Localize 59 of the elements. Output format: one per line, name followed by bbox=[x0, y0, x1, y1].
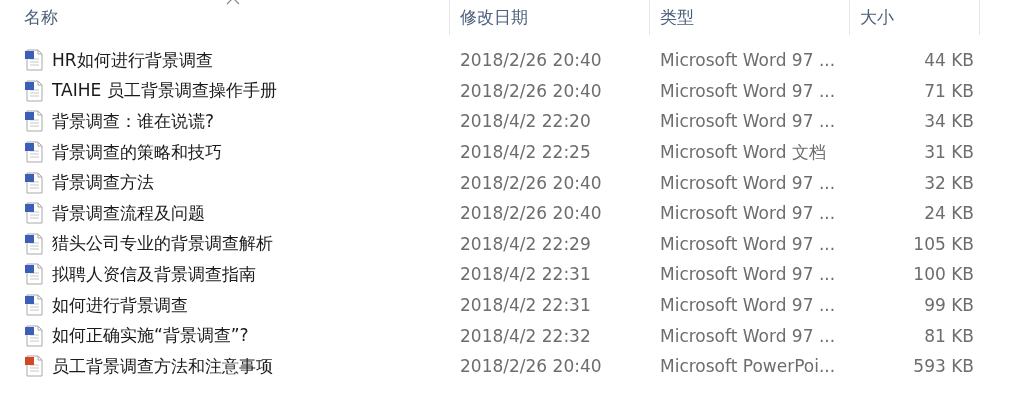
file-name[interactable]: HR如何进行背景调查 bbox=[52, 48, 213, 72]
file-name[interactable]: 背景调查的策略和技巧 bbox=[52, 140, 222, 164]
modified-date: 2018/2/26 20:40 bbox=[459, 80, 603, 101]
file-type: Microsoft Word 97 ... bbox=[659, 80, 837, 101]
document-icon bbox=[24, 232, 44, 255]
file-name[interactable]: 背景调查：谁在说谎? bbox=[52, 110, 215, 133]
document-icon bbox=[24, 324, 44, 347]
modified-date: 2018/2/26 20:40 bbox=[459, 356, 603, 377]
file-size: 32 KB bbox=[923, 172, 975, 193]
file-size: 31 KB bbox=[923, 142, 975, 163]
document-icon bbox=[24, 355, 44, 378]
file-name[interactable]: 猎头公司专业的背景调查解析 bbox=[52, 232, 273, 256]
document-icon bbox=[24, 171, 44, 194]
document-icon bbox=[24, 141, 44, 164]
file-type: Microsoft Word 97 ... bbox=[659, 50, 837, 71]
file-name[interactable]: 如何正确实施“背景调查”? bbox=[52, 324, 249, 348]
file-name[interactable]: 背景调查流程及问题 bbox=[52, 201, 205, 225]
modified-date: 2018/4/2 22:29 bbox=[459, 233, 592, 254]
file-type: Microsoft Word 97 ... bbox=[659, 295, 837, 316]
file-name[interactable]: 如何进行背景调查 bbox=[52, 293, 188, 317]
document-icon bbox=[24, 79, 44, 102]
file-name[interactable]: 背景调查方法 bbox=[52, 171, 154, 195]
modified-date: 2018/2/26 20:40 bbox=[459, 172, 603, 193]
file-size: 105 KB bbox=[912, 233, 975, 254]
file-size: 24 KB bbox=[923, 203, 975, 224]
modified-date: 2018/4/2 22:25 bbox=[459, 142, 592, 163]
file-type: Microsoft Word 97 ... bbox=[659, 264, 837, 285]
file-name[interactable]: 员工背景调查方法和注意事项 bbox=[52, 354, 273, 378]
document-icon bbox=[24, 202, 44, 225]
modified-date: 2018/4/2 22:20 bbox=[459, 111, 592, 132]
document-icon bbox=[24, 294, 44, 317]
file-size: 71 KB bbox=[923, 80, 975, 101]
file-size: 44 KB bbox=[923, 50, 975, 71]
file-name[interactable]: 拟聘人资信及背景调查指南 bbox=[52, 262, 256, 286]
column-header[interactable]: 名称 bbox=[0, 0, 450, 35]
document-icon bbox=[24, 263, 44, 286]
file-size: 81 KB bbox=[923, 325, 975, 346]
modified-date: 2018/4/2 22:32 bbox=[459, 325, 592, 346]
file-size: 99 KB bbox=[923, 295, 975, 316]
column-header[interactable]: 修改日期 bbox=[450, 0, 650, 35]
file-type: Microsoft PowerPoi... bbox=[659, 356, 837, 377]
file-name[interactable]: TAIHE 员工背景调查操作手册 bbox=[52, 79, 277, 103]
file-size: 100 KB bbox=[912, 264, 975, 285]
file-size: 593 KB bbox=[912, 356, 975, 377]
modified-date: 2018/4/2 22:31 bbox=[459, 264, 592, 285]
file-size: 34 KB bbox=[923, 111, 975, 132]
document-icon bbox=[24, 49, 44, 72]
file-type: Microsoft Word 97 ... bbox=[659, 172, 837, 193]
file-type: Microsoft Word 文档 bbox=[659, 140, 827, 164]
document-icon bbox=[24, 110, 44, 133]
file-type: Microsoft Word 97 ... bbox=[659, 325, 837, 346]
modified-date: 2018/2/26 20:40 bbox=[459, 203, 603, 224]
file-type: Microsoft Word 97 ... bbox=[659, 233, 837, 254]
file-type: Microsoft Word 97 ... bbox=[659, 111, 837, 132]
modified-date: 2018/2/26 20:40 bbox=[459, 50, 603, 71]
column-header[interactable]: 类型 bbox=[650, 0, 850, 35]
file-type: Microsoft Word 97 ... bbox=[659, 203, 837, 224]
modified-date: 2018/4/2 22:31 bbox=[459, 295, 592, 316]
column-header[interactable]: 大小 bbox=[850, 0, 980, 35]
